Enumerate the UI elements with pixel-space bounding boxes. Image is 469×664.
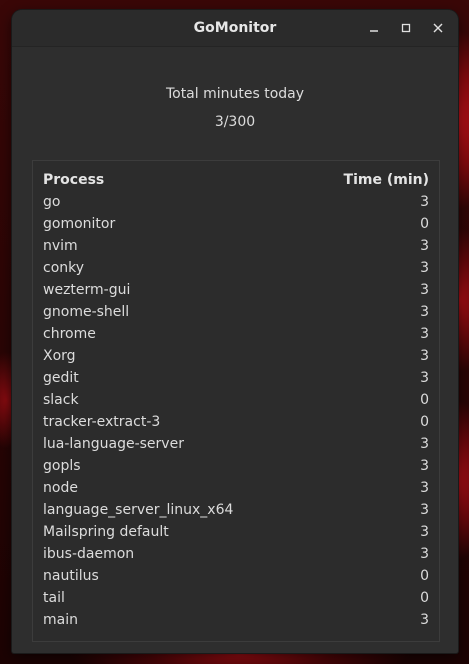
process-table: Process Time (min) go 3 gomonitor 0 nvim… [32, 160, 440, 642]
table-row: tail 0 [33, 587, 439, 609]
process-name: Mailspring default [43, 524, 169, 540]
process-name: Xorg [43, 348, 76, 364]
total-minutes-label: Total minutes today [165, 86, 305, 102]
process-name: node [43, 480, 78, 496]
table-row: gopls 3 [33, 455, 439, 477]
process-time: 3 [420, 524, 429, 540]
window-title: GoMonitor [193, 20, 277, 36]
table-row: lua-language-server 3 [33, 433, 439, 455]
process-time: 3 [420, 458, 429, 474]
close-button[interactable] [426, 16, 450, 40]
process-time: 3 [420, 502, 429, 518]
process-time: 3 [420, 326, 429, 342]
maximize-button[interactable] [394, 16, 418, 40]
table-row: gomonitor 0 [33, 213, 439, 235]
process-time: 3 [420, 546, 429, 562]
table-row: go 3 [33, 191, 439, 213]
process-time: 3 [420, 370, 429, 386]
process-name: gopls [43, 458, 81, 474]
table-row: wezterm-gui 3 [33, 279, 439, 301]
process-time: 0 [420, 568, 429, 584]
process-name: nautilus [43, 568, 99, 584]
process-name: nvim [43, 238, 78, 254]
process-time: 3 [420, 304, 429, 320]
process-name: wezterm-gui [43, 282, 131, 298]
table-row: nautilus 0 [33, 565, 439, 587]
process-time: 3 [420, 348, 429, 364]
column-header-time: Time (min) [343, 172, 429, 188]
process-name: gedit [43, 370, 79, 386]
process-name: gomonitor [43, 216, 116, 232]
process-name: main [43, 612, 78, 628]
process-name: language_server_linux_x64 [43, 502, 234, 518]
process-name: slack [43, 392, 79, 408]
table-row: Mailspring default 3 [33, 521, 439, 543]
process-name: lua-language-server [43, 436, 184, 452]
minimize-icon [370, 30, 378, 32]
process-time: 0 [420, 216, 429, 232]
table-header: Process Time (min) [33, 169, 439, 191]
table-row: ibus-daemon 3 [33, 543, 439, 565]
process-time: 3 [420, 612, 429, 628]
process-time: 0 [420, 414, 429, 430]
process-time: 0 [420, 590, 429, 606]
process-name: ibus-daemon [43, 546, 135, 562]
process-time: 3 [420, 436, 429, 452]
table-row: language_server_linux_x64 3 [33, 499, 439, 521]
process-time: 3 [420, 194, 429, 210]
process-name: conky [43, 260, 85, 276]
process-time: 0 [420, 392, 429, 408]
total-minutes-value: 3/300 [214, 114, 256, 130]
title-bar[interactable]: GoMonitor [12, 10, 458, 47]
close-icon [433, 23, 443, 33]
process-name: gnome-shell [43, 304, 130, 320]
table-row: conky 3 [33, 257, 439, 279]
app-window: GoMonitor Total minutes today 3/300 Proc… [12, 10, 458, 653]
table-row: main 3 [33, 609, 439, 631]
process-time: 3 [420, 238, 429, 254]
table-row: Xorg 3 [33, 345, 439, 367]
table-row: node 3 [33, 477, 439, 499]
process-time: 3 [420, 480, 429, 496]
process-time: 3 [420, 260, 429, 276]
minimize-button[interactable] [362, 16, 386, 40]
table-row: nvim 3 [33, 235, 439, 257]
column-header-process: Process [43, 172, 105, 188]
process-name: tail [43, 590, 65, 606]
process-name: chrome [43, 326, 96, 342]
table-row: chrome 3 [33, 323, 439, 345]
table-row: tracker-extract-3 0 [33, 411, 439, 433]
process-name: go [43, 194, 61, 210]
table-row: gedit 3 [33, 367, 439, 389]
process-time: 3 [420, 282, 429, 298]
table-row: slack 0 [33, 389, 439, 411]
process-name: tracker-extract-3 [43, 414, 161, 430]
table-row: gnome-shell 3 [33, 301, 439, 323]
maximize-icon [401, 23, 411, 33]
